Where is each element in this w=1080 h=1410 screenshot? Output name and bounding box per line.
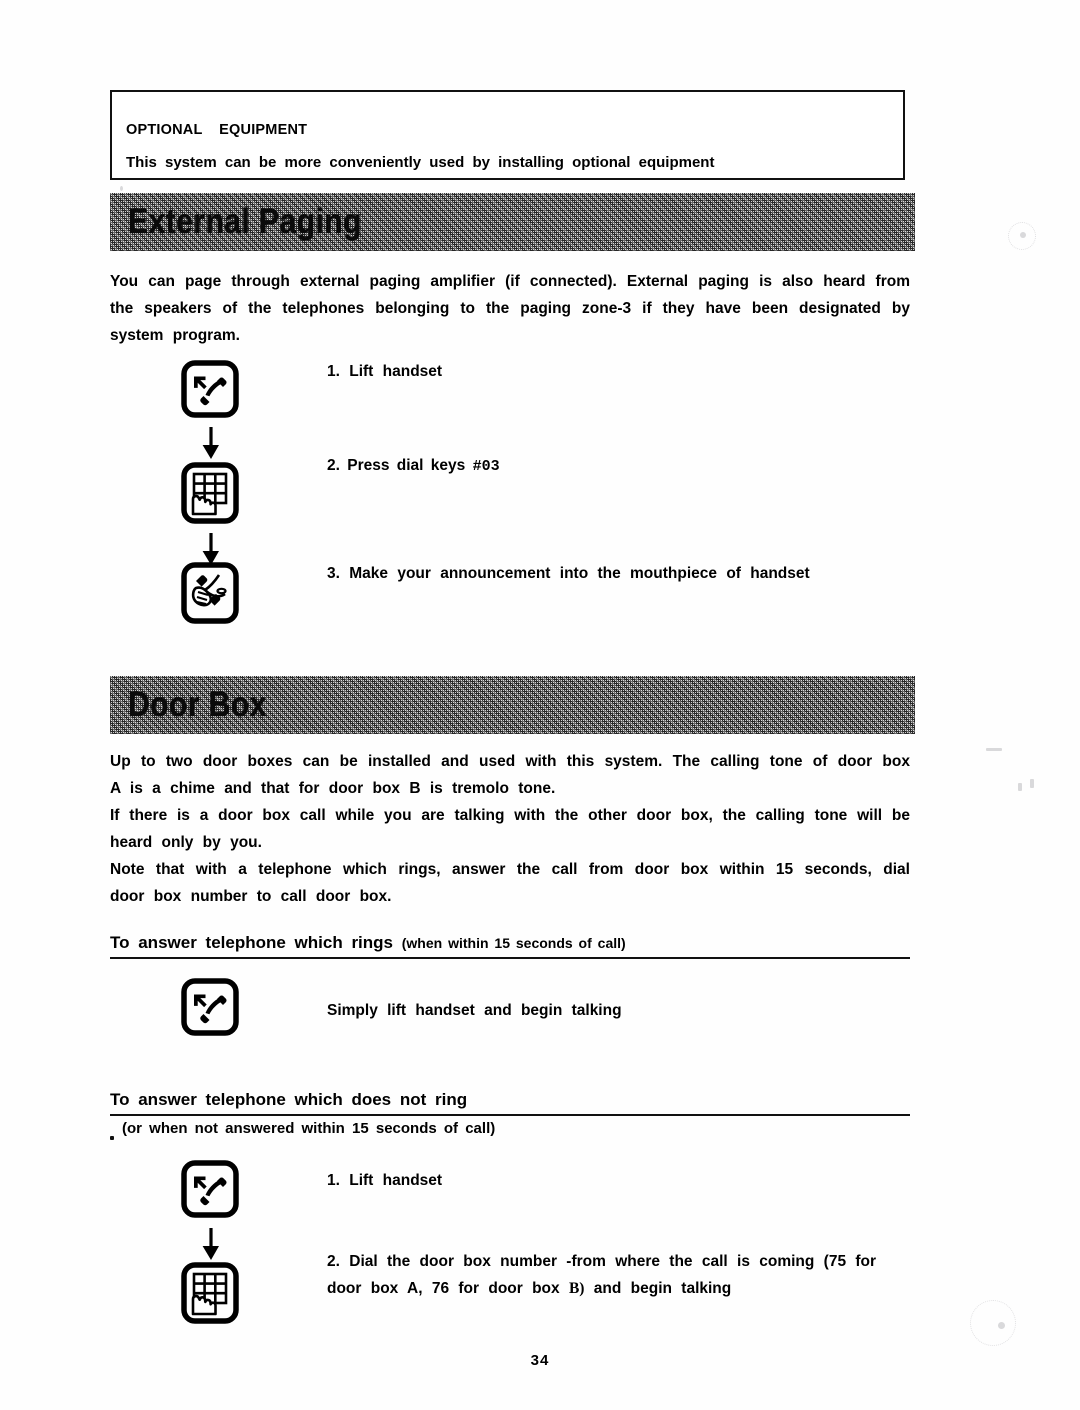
lift-handset-icon	[181, 978, 239, 1036]
step-label: 1. Lift handset	[327, 358, 442, 385]
optional-equipment-title: OPTIONAL EQUIPMENT	[126, 122, 308, 138]
scan-artifact	[1008, 222, 1036, 250]
lift-handset-icon	[181, 1160, 239, 1218]
section-banner-label: Door Box	[128, 685, 267, 724]
flow-arrow-down-icon	[198, 1228, 224, 1262]
scan-artifact	[1030, 779, 1034, 788]
section-banner-label: External Paging	[128, 202, 362, 241]
step-number: 3.	[327, 565, 340, 582]
optional-equipment-box: OPTIONAL EQUIPMENT This system can be mo…	[110, 90, 905, 180]
announce-handset-icon	[181, 562, 239, 624]
page-number: 34	[530, 1352, 550, 1369]
section-paragraph: Note that with a telephone which rings, …	[110, 861, 910, 905]
step-dial-code: #03	[472, 458, 500, 475]
step-label: 1. Lift handset	[327, 1167, 442, 1194]
step-text-tail: and begin talking	[593, 1280, 732, 1297]
step-number: 1.	[327, 363, 340, 380]
section-banner-external-paging: External Paging	[110, 193, 915, 251]
subsection-heading-text: To answer telephone which rings	[110, 933, 394, 952]
subsection-heading: To answer telephone which rings (when wi…	[110, 933, 910, 959]
step-label: Simply lift handset and begin talking	[327, 997, 622, 1024]
flow-arrow-down-icon	[198, 427, 224, 461]
document-page: OPTIONAL EQUIPMENT This system can be mo…	[0, 0, 1080, 1410]
subsection-heading: To answer telephone which does not ring	[110, 1090, 910, 1116]
section-banner-door-box: Door Box	[110, 676, 915, 734]
step-number: 2.	[327, 457, 340, 474]
section-paragraph: If there is a door box call while you ar…	[110, 807, 910, 851]
step-text: Make your announcement into the mouthpie…	[349, 565, 810, 582]
subsection-heading-text: To answer telephone which does not ring	[110, 1090, 468, 1109]
section-paragraph: Up to two door boxes can be installed an…	[110, 753, 910, 797]
step-label: 2. Dial the door box number -from where …	[327, 1248, 905, 1302]
scan-artifact	[110, 1136, 114, 1140]
step-text: Lift handset	[349, 363, 443, 380]
step-text-door-box-b: B)	[568, 1280, 585, 1297]
optional-equipment-subtitle: This system can be more conveniently use…	[126, 154, 715, 171]
scan-artifact	[1018, 783, 1022, 791]
step-number: 2.	[327, 1253, 340, 1270]
scan-artifact	[970, 1300, 1016, 1346]
scan-artifact	[986, 748, 1002, 751]
subsection-heading-note: (when within 15 seconds of call)	[401, 935, 626, 951]
step-text: Lift handset	[349, 1172, 443, 1189]
step-number: 1.	[327, 1172, 340, 1189]
scan-artifact	[998, 1322, 1005, 1329]
lift-handset-icon	[181, 360, 239, 418]
dial-keypad-icon	[181, 1262, 239, 1324]
step-label: 2. Press dial keys #03	[327, 452, 500, 480]
step-label: 3. Make your announcement into the mouth…	[327, 560, 810, 587]
dial-keypad-icon	[181, 462, 239, 524]
scan-artifact	[1020, 232, 1026, 238]
subsection-heading-note: (or when not answered within 15 seconds …	[122, 1120, 496, 1137]
scan-artifact	[120, 186, 123, 191]
step-text: Press dial keys	[347, 457, 466, 474]
section-paragraph: You can page through external paging amp…	[110, 273, 910, 344]
step-text: Simply lift handset and begin talking	[327, 1002, 622, 1019]
